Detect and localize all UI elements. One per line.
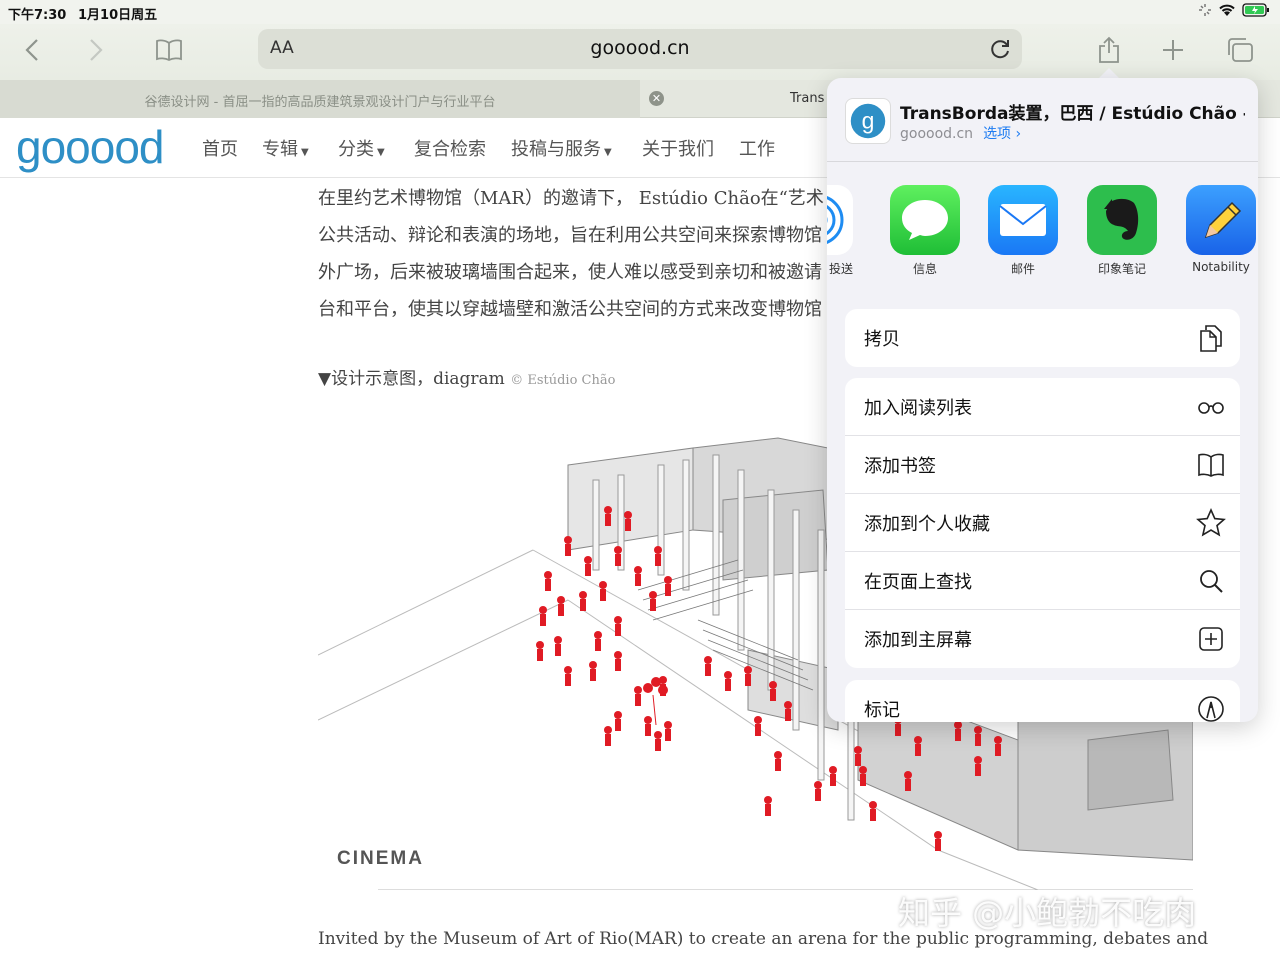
share-button[interactable]: [1091, 34, 1127, 66]
nav-submit[interactable]: 投稿与服务 ▼: [511, 135, 612, 161]
notability-icon: [1186, 185, 1256, 255]
svg-text:g: g: [862, 108, 875, 134]
loading-icon: [1199, 4, 1211, 16]
action-markup[interactable]: 标记: [845, 680, 1240, 722]
tab-title: 谷德设计网 - 首屈一指的高品质建筑景观设计门户与行业平台: [144, 95, 496, 110]
article-english-text: Invited by the Museum of Art of Rio(MAR)…: [318, 929, 1209, 949]
caption-credit: © Estúdio Chão: [510, 373, 616, 388]
zhihu-watermark: 知乎 @小鲍勃不吃肉: [898, 894, 1197, 932]
nav-jobs[interactable]: 工作: [739, 135, 775, 161]
share-sheet: g TransBorda装置，巴西 / Estúdio Chão -... go…: [827, 78, 1258, 722]
share-app-notability[interactable]: Notability: [1186, 185, 1256, 274]
action-copy[interactable]: 拷贝: [845, 309, 1240, 367]
back-button[interactable]: [14, 34, 50, 66]
glasses-icon: [1198, 402, 1224, 414]
share-app-airdrop[interactable]: 投送: [827, 185, 853, 277]
chevron-left-icon: [25, 39, 38, 61]
share-app-evernote[interactable]: 印象笔记: [1087, 185, 1157, 277]
nav-search[interactable]: 复合检索: [414, 135, 486, 161]
status-bar: 下午7:30 1月10日周五: [0, 0, 1280, 24]
nav-albums[interactable]: 专辑 ▼: [262, 135, 309, 161]
figure-caption: ▼设计示意图，diagram © Estúdio Chão: [318, 369, 616, 389]
share-options-link[interactable]: 选项 ›: [983, 126, 1021, 142]
share-subtitle: gooood.cn 选项 ›: [900, 123, 1021, 143]
close-tab-icon[interactable]: ✕: [649, 91, 664, 106]
status-time: 下午7:30: [8, 8, 67, 23]
plus-icon: [1163, 40, 1183, 60]
nav-categories[interactable]: 分类 ▼: [338, 135, 385, 161]
tabs-overview-button[interactable]: [1222, 34, 1258, 66]
tab-transborda[interactable]: Trans: [790, 91, 824, 106]
tab-gooood-home[interactable]: 谷德设计网 - 首屈一指的高品质建筑景观设计门户与行业平台: [0, 80, 640, 118]
share-icon: [1099, 36, 1119, 63]
share-domain: gooood.cn: [900, 126, 974, 142]
share-header: g TransBorda装置，巴西 / Estúdio Chão -... go…: [827, 78, 1258, 162]
address-bar[interactable]: AA gooood.cn: [258, 29, 1022, 69]
status-icons: [1198, 3, 1270, 17]
messages-icon: [890, 185, 960, 255]
action-add-to-home-screen[interactable]: 添加到主屏幕: [845, 610, 1240, 668]
url-text: gooood.cn: [590, 37, 690, 59]
action-add-reading-list[interactable]: 加入阅读列表: [845, 378, 1240, 436]
status-date: 1月10日周五: [78, 8, 158, 23]
para-line: 公共活动、辩论和表演的场地，旨在利用公共空间来探索博物馆: [318, 225, 822, 246]
mail-icon: [988, 185, 1058, 255]
browser-toolbar: AA gooood.cn: [0, 24, 1280, 80]
caret-down-icon: ▼: [377, 147, 385, 158]
markup-icon: [1198, 696, 1224, 722]
reload-icon[interactable]: [986, 35, 1014, 63]
battery-icon: [1242, 3, 1269, 17]
action-add-favorites[interactable]: 添加到个人收藏: [845, 494, 1240, 552]
chevron-right-icon: [90, 39, 103, 61]
airdrop-icon: [827, 185, 853, 255]
para-line: 外广场，后来被玻璃墙围合起来，使人难以感受到亲切和被邀请: [318, 262, 822, 283]
para-line: 台和平台，使其以穿越墙壁和激活公共空间的方式来改变博物馆: [318, 299, 822, 320]
action-find-on-page[interactable]: 在页面上查找: [845, 552, 1240, 610]
new-tab-button[interactable]: [1155, 34, 1191, 66]
site-favicon-icon: g: [845, 98, 891, 144]
bookmarks-button[interactable]: [151, 34, 187, 66]
evernote-icon: [1087, 185, 1157, 255]
book-icon: [1198, 453, 1224, 477]
share-app-mail[interactable]: 邮件: [988, 185, 1058, 277]
action-add-bookmark[interactable]: 添加书签: [845, 436, 1240, 494]
add-square-icon: [1199, 627, 1223, 651]
site-logo[interactable]: gooood: [16, 120, 164, 174]
share-actions-group-3: 标记: [845, 680, 1240, 722]
nav-home[interactable]: 首页: [202, 135, 238, 161]
share-page-title: TransBorda装置，巴西 / Estúdio Chão -...: [900, 104, 1245, 124]
caret-down-icon: ▼: [301, 147, 309, 158]
diagram-label-cinema: CINEMA: [337, 848, 424, 869]
copy-icon: [1200, 325, 1222, 352]
tabs-icon: [1228, 38, 1253, 62]
star-icon: [1196, 508, 1226, 537]
wifi-icon: [1219, 4, 1235, 16]
share-apps-row: 投送 信息 邮件 印象笔记 Notability: [827, 163, 1258, 283]
forward-button[interactable]: [78, 34, 114, 66]
share-actions-group-2: 加入阅读列表 添加书签 添加到个人收藏 在页面上查找 添加到主屏幕: [845, 378, 1240, 668]
search-icon: [1200, 570, 1223, 593]
nav-about[interactable]: 关于我们: [642, 135, 714, 161]
share-actions-group-1: 拷贝: [845, 309, 1240, 367]
book-icon: [156, 39, 182, 61]
share-app-messages[interactable]: 信息: [890, 185, 960, 277]
caret-down-icon: ▼: [604, 147, 612, 158]
para-line: 在里约艺术博物馆（MAR）的邀请下， Estúdio Chão在“艺术: [318, 188, 824, 209]
